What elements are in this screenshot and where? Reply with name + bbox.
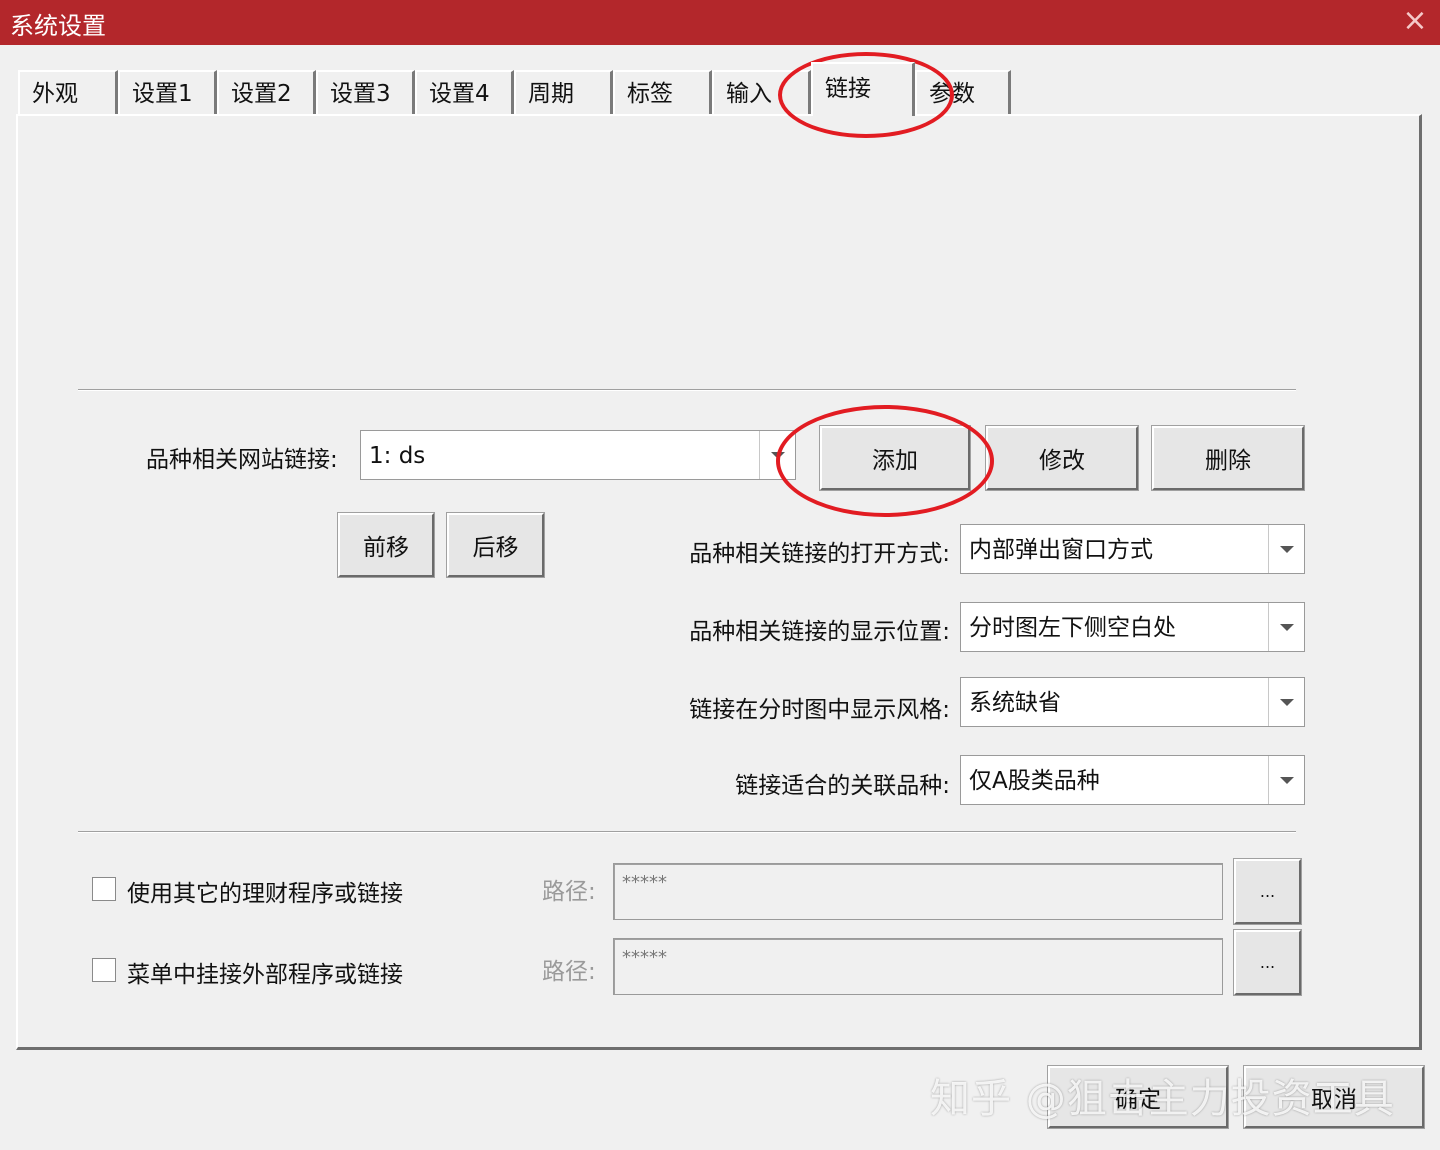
site-link-value: 1: ds	[369, 443, 426, 469]
open-mode-select[interactable]: 内部弹出窗口方式	[960, 524, 1305, 574]
close-icon[interactable]: ×	[1398, 2, 1432, 40]
applicable-dropdown-arrow[interactable]	[1268, 756, 1304, 804]
browse-button-1[interactable]: ...	[1233, 858, 1302, 925]
open-mode-dropdown-arrow[interactable]	[1268, 525, 1304, 573]
chevron-down-icon	[1280, 777, 1294, 784]
display-position-value: 分时图左下侧空白处	[969, 615, 1176, 641]
display-style-label: 链接在分时图中显示风格:	[689, 697, 950, 723]
modify-button[interactable]: 修改	[985, 425, 1139, 491]
tab-period[interactable]: 周期	[514, 70, 613, 114]
add-button[interactable]: 添加	[819, 425, 971, 491]
chevron-down-icon	[1280, 546, 1294, 553]
chevron-down-icon	[1280, 624, 1294, 631]
site-link-combo[interactable]: 1: ds	[360, 430, 796, 480]
path-input-2[interactable]: *****	[613, 938, 1223, 995]
tab-params[interactable]: 参数	[915, 70, 1011, 114]
tab-labels[interactable]: 标签	[613, 70, 712, 114]
menu-external-label: 菜单中挂接外部程序或链接	[127, 962, 403, 988]
path-input-1[interactable]: *****	[613, 863, 1223, 920]
title-bar: 系统设置 ×	[0, 0, 1440, 45]
applicable-select[interactable]: 仅A股类品种	[960, 755, 1305, 805]
ok-button[interactable]: 确定	[1047, 1065, 1229, 1129]
chevron-down-icon	[1280, 699, 1294, 706]
use-other-program-checkbox[interactable]	[92, 877, 116, 901]
tab-settings3[interactable]: 设置3	[316, 70, 415, 114]
separator-bottom	[78, 831, 1296, 833]
applicable-value: 仅A股类品种	[969, 768, 1100, 794]
applicable-label: 链接适合的关联品种:	[735, 773, 950, 799]
tab-settings4[interactable]: 设置4	[415, 70, 514, 114]
menu-external-checkbox[interactable]	[92, 958, 116, 982]
delete-button[interactable]: 删除	[1151, 425, 1305, 491]
move-down-button[interactable]: 后移	[446, 512, 545, 578]
cancel-button[interactable]: 取消	[1243, 1065, 1425, 1129]
site-link-label: 品种相关网站链接:	[146, 447, 338, 473]
display-position-label: 品种相关链接的显示位置:	[689, 619, 950, 645]
open-mode-label: 品种相关链接的打开方式:	[689, 541, 950, 567]
tab-settings2[interactable]: 设置2	[217, 70, 316, 114]
tab-appearance[interactable]: 外观	[18, 70, 118, 114]
separator-top	[78, 389, 1296, 391]
site-link-dropdown-arrow[interactable]	[759, 431, 795, 479]
chevron-down-icon	[771, 452, 785, 459]
open-mode-value: 内部弹出窗口方式	[969, 537, 1153, 563]
display-style-dropdown-arrow[interactable]	[1268, 678, 1304, 726]
display-style-select[interactable]: 系统缺省	[960, 677, 1305, 727]
display-position-select[interactable]: 分时图左下侧空白处	[960, 602, 1305, 652]
browse-button-2[interactable]: ...	[1233, 929, 1302, 996]
path-label-2: 路径:	[542, 959, 596, 985]
tab-input[interactable]: 输入	[712, 70, 811, 114]
move-up-button[interactable]: 前移	[337, 512, 435, 578]
tab-settings1[interactable]: 设置1	[118, 70, 217, 114]
window-title: 系统设置	[10, 12, 106, 40]
display-style-value: 系统缺省	[969, 690, 1061, 716]
use-other-program-label: 使用其它的理财程序或链接	[127, 881, 403, 907]
display-position-dropdown-arrow[interactable]	[1268, 603, 1304, 651]
tab-links[interactable]: 链接	[811, 62, 915, 116]
path-label-1: 路径:	[542, 879, 596, 905]
